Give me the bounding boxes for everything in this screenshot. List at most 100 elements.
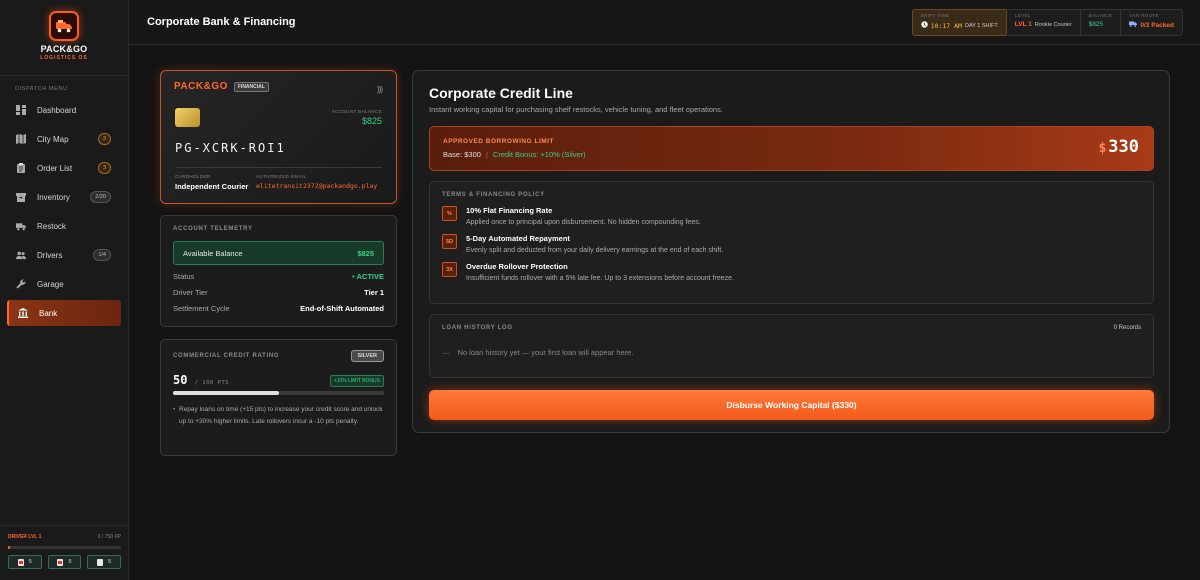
sidebar-item-order-list[interactable]: Order List 3 — [7, 155, 121, 181]
inventory-box-icon — [16, 192, 26, 202]
skill-value: 5 — [68, 559, 72, 565]
records-count: 0 Records — [1113, 325, 1141, 331]
sidebar-item-city-map[interactable]: City Map 3 — [7, 126, 121, 152]
dash-icon: — — [442, 348, 450, 357]
sidebar-item-label: Inventory — [37, 192, 70, 202]
sidebar-item-label: Restock — [37, 221, 66, 231]
driver-xp-panel: DRIVER LVL 1 0 / 750 XP 5 5 5 — [0, 525, 129, 580]
currency-symbol: $ — [1098, 141, 1107, 156]
stat-label: LEVEL — [1014, 13, 1031, 18]
score-value: 50 — [173, 373, 188, 387]
skill-value: 5 — [28, 559, 32, 565]
card-chip-icon — [175, 108, 200, 127]
top-header: Corporate Bank & Financing SHIFT TIME 10… — [129, 0, 1200, 45]
skill-counter[interactable]: 5 — [87, 555, 122, 569]
available-balance-label: Available Balance — [183, 248, 243, 258]
sidebar-heading: DISPATCH MENU — [15, 86, 68, 92]
email-label: AUTHORIZED EMAIL — [256, 174, 307, 179]
telemetry-row-settlement: Settlement Cycle End-of-Shift Automated — [173, 304, 384, 313]
row-label: Status — [173, 272, 195, 281]
term-item: 3X Overdue Rollover Protection Insufficie… — [442, 262, 1141, 282]
van-route-stat: VAN ROUTE 0/3 Packed — [1121, 10, 1182, 35]
level-value: LVL 1 — [1014, 21, 1032, 28]
disburse-capital-button[interactable]: Disburse Working Capital ($330) — [429, 390, 1154, 420]
sidebar-item-label: City Map — [37, 134, 69, 144]
telemetry-row-status: Status • ACTIVE — [173, 272, 384, 281]
rollover-icon: 3X — [442, 262, 457, 277]
package-icon — [17, 558, 24, 566]
xp-progress-bar — [8, 546, 121, 549]
credit-score: 50 / 100 PTS — [173, 373, 229, 387]
xp-progress-fill — [8, 546, 11, 549]
sidebar-nav: Dashboard City Map 3 Order List 3 Invent… — [0, 97, 128, 326]
truck-icon — [16, 221, 26, 231]
cardholder-name: Independent Courier — [175, 182, 249, 191]
rating-note: Repay loans on time (+15 pts) to increas… — [173, 404, 384, 428]
limit-base: Base: $300 — [443, 150, 481, 159]
van-route-value: 0/3 Packed — [1140, 21, 1174, 29]
limit-label: APPROVED BORROWING LIMIT — [443, 138, 554, 145]
limit-bonus-badge: +10% LIMIT BONUS — [329, 375, 384, 387]
shift-time: 10:17 AM — [930, 21, 962, 30]
empty-state: — No loan history yet — your first loan w… — [442, 348, 1141, 357]
brand-title: PACK&GO — [40, 44, 88, 54]
shift-time-stat: SHIFT TIME 10:17 AM DAY 1 SHIFT — [911, 9, 1007, 36]
wrench-icon — [16, 279, 26, 289]
count-badge: 1/4 — [93, 249, 111, 261]
percent-icon: % — [442, 206, 457, 221]
card-tag: FINANCIAL — [233, 81, 269, 92]
van-icon — [1129, 21, 1138, 29]
sidebar: PACK&GO LOGISTICS OS DISPATCH MENU Dashb… — [0, 0, 129, 580]
credit-line-title: Corporate Credit Line — [429, 85, 573, 101]
bank-icon — [18, 308, 28, 318]
terms-panel: TERMS & FINANCING POLICY % 10% Flat Fina… — [429, 181, 1154, 304]
sidebar-item-label: Dashboard — [37, 105, 77, 115]
calendar-icon: 5D — [442, 234, 457, 249]
card-divider — [175, 167, 382, 168]
sidebar-item-label: Order List — [37, 163, 73, 173]
sidebar-item-garage[interactable]: Garage — [7, 271, 121, 297]
clock-icon — [920, 21, 928, 30]
card-brand: PACK&GO — [174, 81, 228, 92]
skill-value: 5 — [108, 559, 112, 565]
term-item: % 10% Flat Financing Rate Applied once to… — [442, 206, 1141, 226]
row-value: Tier 1 — [364, 288, 384, 297]
separator: | — [485, 150, 488, 159]
app-root: PACK&GO LOGISTICS OS DISPATCH MENU Dashb… — [0, 0, 1200, 580]
term-item: 5D 5-Day Automated Repayment Evenly split… — [442, 234, 1141, 254]
account-telemetry-panel: ACCOUNT TELEMETRY Available Balance $825… — [160, 215, 397, 327]
telemetry-row-tier: Driver Tier Tier 1 — [173, 288, 384, 297]
term-desc: Insufficient funds rollover with a 5% la… — [466, 275, 734, 282]
available-balance-box: Available Balance $825 — [173, 241, 384, 265]
term-desc: Evenly split and deducted from your dail… — [466, 247, 724, 254]
header-stats: SHIFT TIME 10:17 AM DAY 1 SHIFT LEVEL LV… — [911, 9, 1183, 36]
sidebar-item-label: Bank — [39, 308, 58, 318]
page-title: Corporate Bank & Financing — [147, 16, 296, 28]
stat-label: SHIFT TIME — [920, 13, 950, 18]
rating-tier-badge: SILVER — [350, 350, 384, 362]
section-heading: TERMS & FINANCING POLICY — [442, 192, 545, 198]
package-icon — [57, 558, 64, 566]
limit-amount: $330 — [1098, 137, 1139, 157]
balance-value: $825 — [1088, 21, 1104, 28]
section-heading: COMMERCIAL CREDIT RATING — [173, 353, 280, 359]
score-max: / 100 PTS — [194, 380, 229, 386]
contactless-icon: ))) — [377, 85, 383, 94]
sidebar-item-restock[interactable]: Restock — [7, 213, 121, 239]
driver-level: DRIVER LVL 1 — [8, 534, 42, 540]
account-balance: $825 — [361, 116, 382, 126]
section-heading: LOAN HISTORY LOG — [442, 325, 513, 331]
count-badge: 2/20 — [90, 191, 111, 203]
limit-bonus: Credit Bonus: +10% (Silver) — [492, 150, 586, 159]
brand-logo[interactable]: PACK&GO LOGISTICS OS — [0, 0, 128, 76]
row-label: Driver Tier — [173, 288, 208, 297]
skill-counter[interactable]: 5 — [8, 555, 42, 569]
skill-counter[interactable]: 5 — [47, 555, 82, 569]
sidebar-item-dashboard[interactable]: Dashboard — [7, 97, 121, 123]
sidebar-item-label: Drivers — [37, 250, 63, 260]
term-title: 10% Flat Financing Rate — [466, 206, 553, 215]
sidebar-item-drivers[interactable]: Drivers 1/4 — [7, 242, 121, 268]
sidebar-item-inventory[interactable]: Inventory 2/20 — [7, 184, 121, 210]
sidebar-item-bank[interactable]: Bank — [7, 300, 121, 326]
credit-score-fill — [173, 391, 279, 395]
